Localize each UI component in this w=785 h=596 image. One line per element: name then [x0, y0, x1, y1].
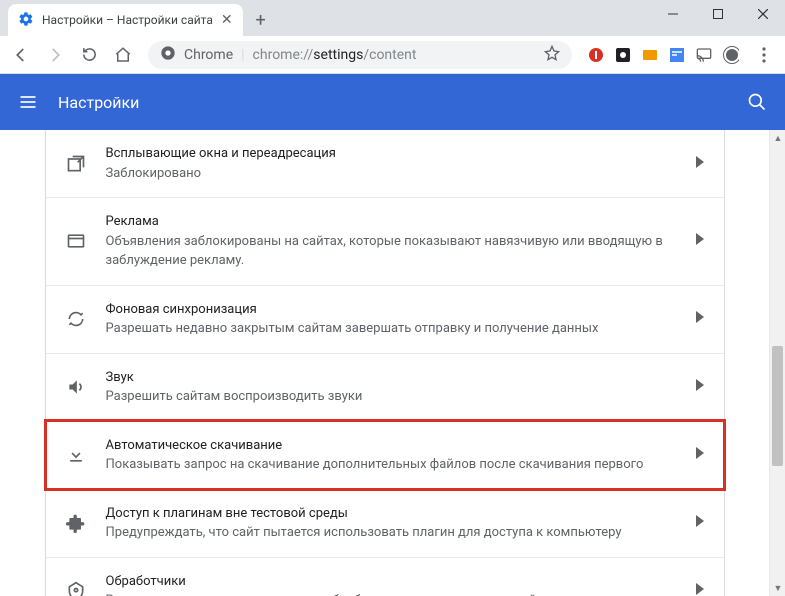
omnibox-scheme: chrome://: [253, 47, 314, 63]
home-button[interactable]: [108, 40, 138, 70]
back-button[interactable]: [6, 40, 36, 70]
row-text: Доступ к плагинам вне тестовой средыПред…: [106, 504, 676, 543]
browser-tab[interactable]: Настройки – Настройки сайта ✕: [8, 4, 243, 36]
page-title: Настройки: [58, 93, 139, 112]
row-subtitle: Разрешать недавно закрытым сайтам заверш…: [106, 319, 676, 339]
scrollbar-thumb[interactable]: [772, 346, 783, 466]
close-tab-icon[interactable]: ✕: [221, 13, 233, 27]
window-controls: [650, 0, 785, 28]
sound-icon: [66, 377, 86, 397]
row-subtitle: Разрешать запрашивать установку обработч…: [106, 591, 676, 596]
settings-row[interactable]: Фоновая синхронизацияРазрешать недавно з…: [46, 285, 724, 353]
new-tab-button[interactable]: +: [247, 6, 275, 34]
row-text: Всплывающие окна и переадресацияЗаблокир…: [106, 144, 676, 183]
chevron-right-icon: [696, 311, 704, 327]
extension-icons: [582, 47, 745, 63]
row-title: Всплывающие окна и переадресация: [106, 144, 676, 164]
row-title: Фоновая синхронизация: [106, 300, 676, 320]
browser-toolbar: Chrome | chrome://settings/content: [0, 36, 785, 74]
extension-icon[interactable]: [588, 47, 604, 63]
row-text: ЗвукРазрешить сайтам воспроизводить звук…: [106, 368, 676, 407]
row-subtitle: Заблокировано: [106, 164, 676, 184]
handler-icon: [66, 581, 86, 596]
tab-title: Настройки – Настройки сайта: [42, 13, 213, 27]
gear-icon: [18, 11, 34, 30]
row-title: Доступ к плагинам вне тестовой среды: [106, 504, 676, 524]
minimize-button[interactable]: [650, 0, 695, 28]
omnibox-path: /content: [363, 47, 416, 63]
settings-row[interactable]: РекламаОбъявления заблокированы на сайта…: [46, 197, 724, 285]
address-bar[interactable]: Chrome | chrome://settings/content: [148, 41, 572, 69]
scrollbar[interactable]: ▲ ▼: [769, 130, 785, 596]
scroll-down-arrow-icon[interactable]: ▼: [770, 580, 785, 596]
ads-icon: [66, 231, 86, 251]
cast-icon[interactable]: [696, 47, 712, 63]
maximize-button[interactable]: [695, 0, 740, 28]
chevron-right-icon: [696, 233, 704, 249]
row-text: РекламаОбъявления заблокированы на сайта…: [106, 212, 676, 271]
chevron-right-icon: [696, 447, 704, 463]
extension-icon[interactable]: [669, 47, 685, 63]
reload-button[interactable]: [74, 40, 104, 70]
row-subtitle: Показывать запрос на скачивание дополнит…: [106, 455, 676, 475]
settings-row[interactable]: Всплывающие окна и переадресацияЗаблокир…: [46, 130, 724, 197]
extension-icon[interactable]: [642, 47, 658, 63]
close-window-button[interactable]: [740, 0, 785, 28]
row-text: Автоматическое скачиваниеПоказывать запр…: [106, 436, 676, 475]
settings-header: Настройки: [0, 74, 785, 130]
chevron-right-icon: [696, 515, 704, 531]
plugin-icon: [66, 513, 86, 533]
settings-row[interactable]: Доступ к плагинам вне тестовой средыПред…: [46, 489, 724, 557]
popup-icon: [66, 154, 86, 174]
search-icon[interactable]: [747, 92, 767, 112]
chevron-right-icon: [696, 156, 704, 172]
row-text: ОбработчикиРазрешать запрашивать установ…: [106, 572, 676, 596]
window-titlebar: Настройки – Настройки сайта ✕ +: [0, 0, 785, 36]
row-title: Обработчики: [106, 572, 676, 592]
forward-button[interactable]: [40, 40, 70, 70]
omnibox-host: settings: [313, 47, 363, 63]
chevron-right-icon: [696, 379, 704, 395]
settings-row[interactable]: Автоматическое скачиваниеПоказывать запр…: [46, 421, 724, 489]
profile-avatar-icon[interactable]: [723, 47, 739, 63]
hamburger-menu-icon[interactable]: [18, 92, 38, 112]
bookmark-star-icon[interactable]: [544, 45, 560, 65]
omnibox-prefix: Chrome: [184, 47, 233, 63]
settings-card: Всплывающие окна и переадресацияЗаблокир…: [45, 130, 725, 596]
row-title: Реклама: [106, 212, 676, 232]
menu-button[interactable]: [749, 40, 779, 70]
chrome-logo-icon: [160, 45, 176, 65]
sync-icon: [66, 309, 86, 329]
extension-icon[interactable]: [615, 47, 631, 63]
row-title: Автоматическое скачивание: [106, 436, 676, 456]
download-icon: [66, 445, 86, 465]
row-title: Звук: [106, 368, 676, 388]
chevron-right-icon: [696, 583, 704, 596]
row-subtitle: Предупреждать, что сайт пытается использ…: [106, 523, 676, 543]
settings-row[interactable]: ЗвукРазрешить сайтам воспроизводить звук…: [46, 353, 724, 421]
scroll-up-arrow-icon[interactable]: ▲: [770, 130, 785, 146]
row-subtitle: Объявления заблокированы на сайтах, кото…: [106, 232, 676, 271]
content-viewport: Всплывающие окна и переадресацияЗаблокир…: [0, 130, 785, 596]
settings-row[interactable]: ОбработчикиРазрешать запрашивать установ…: [46, 557, 724, 596]
row-subtitle: Разрешить сайтам воспроизводить звуки: [106, 387, 676, 407]
content-scroll: Всплывающие окна и переадресацияЗаблокир…: [0, 130, 769, 596]
row-text: Фоновая синхронизацияРазрешать недавно з…: [106, 300, 676, 339]
